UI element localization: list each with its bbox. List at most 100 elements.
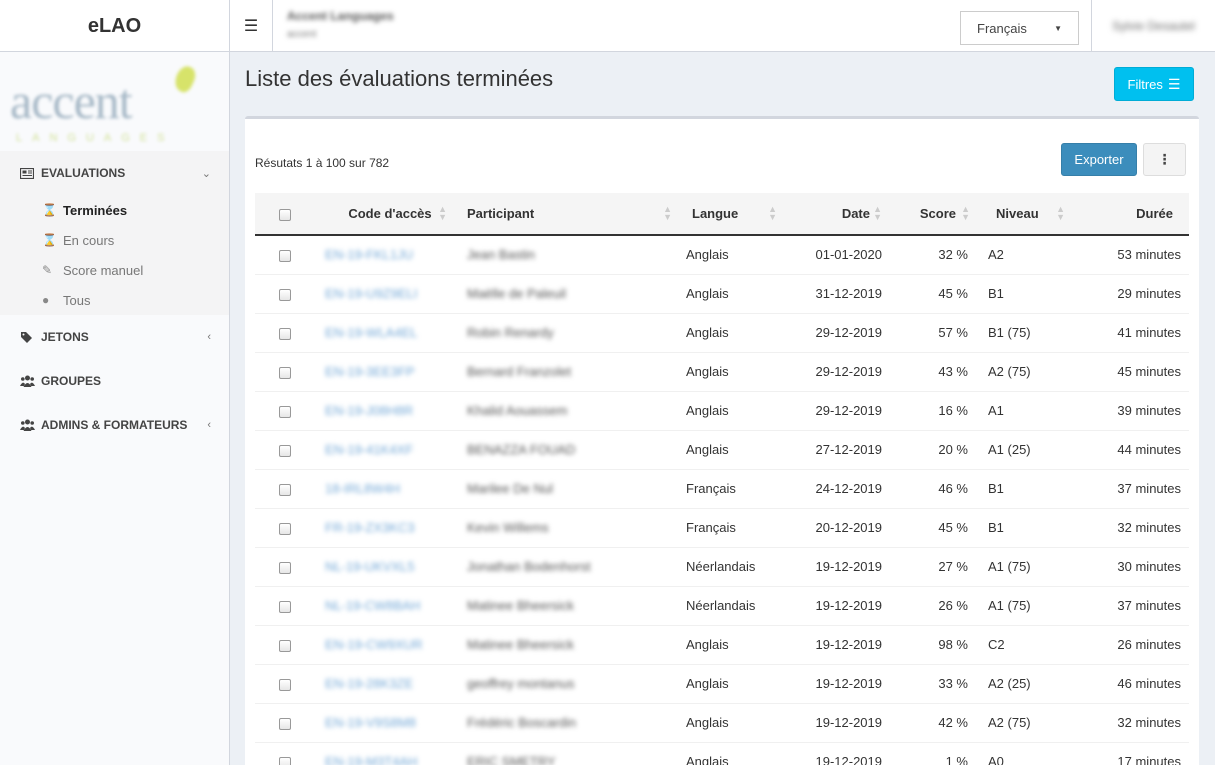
langue-cell: Néerlandais [686,559,756,574]
table-row[interactable]: EN-19-M3T4AH ERIC SMETRY Anglais 19-12-2019… [255,742,1189,765]
duree-cell: 37 minutes [1117,598,1181,613]
organization-subtitle: accent [287,29,317,40]
row-checkbox[interactable] [279,756,291,765]
sidebar-item-admins-formateurs[interactable]: ADMINS & FORMATEURS ‹ [0,403,229,447]
select-all-checkbox[interactable] [279,208,291,221]
participant-name: Khalid Aouassem [467,403,568,418]
access-code-link[interactable]: EN-19-28K3ZE [325,676,413,691]
language-select[interactable]: Français ▼ [960,11,1079,45]
column-header-duree[interactable]: Durée [1073,193,1189,236]
column-header-score[interactable]: Score ▲ ▼ [890,193,978,236]
access-code-link[interactable]: EN-19-U9Z9ELI [325,286,417,301]
niveau-cell: B1 (75) [988,325,1031,340]
langue-cell: Anglais [686,364,729,379]
access-code-link[interactable]: FR-19-ZX3KC3 [325,520,415,535]
table-row[interactable]: EN-19-41K4XF BENAZZA FOUAD Anglais 27-12-20… [255,430,1189,469]
row-checkbox[interactable] [279,483,291,496]
access-code-link[interactable]: EN-19-FKL1JU [325,247,413,262]
access-code-link[interactable]: NL-19-CW8BAH [325,598,420,613]
langue-cell: Anglais [686,715,729,730]
table-row[interactable]: EN-19-CW9XUR Matinee Bheersick Anglais 19-1… [255,625,1189,664]
row-checkbox[interactable] [279,561,291,574]
access-code-link[interactable]: EN-19-41K4XF [325,442,413,457]
sidebar-item-label: ADMINS & FORMATEURS [41,418,188,432]
access-code-link[interactable]: 18-IRL8W4H [325,481,400,496]
score-cell: 57 % [938,325,968,340]
participant-name: Jonathan Bodenhorst [467,559,591,574]
participant-cell: Marilee De Nul [455,469,680,508]
access-code-cell: EN-19-28K3ZE [315,664,455,703]
table-row[interactable]: EN-19-3EE3FP Bernard Franzolet Anglais 29-1… [255,352,1189,391]
participant-cell: ERIC SMETRY [455,742,680,765]
sidebar-subitem-label: Score manuel [63,262,144,278]
column-header-niveau[interactable]: Niveau ▲ ▼ [978,193,1073,236]
export-button[interactable]: Exporter [1061,143,1137,176]
sidebar-subitem-tous[interactable]: ● Tous [42,285,90,315]
table-row[interactable]: 18-IRL8W4H Marilee De Nul Français 24-12-20… [255,469,1189,508]
niveau-cell: B1 [988,286,1004,301]
sidebar-toggle-button[interactable]: ☰ [230,0,273,52]
access-code-link[interactable]: EN-19-V9S8M8 [325,715,416,730]
row-select-cell [255,469,315,508]
sidebar-item-evaluations[interactable]: EVALUATIONS ⌄ [0,151,229,195]
table-row[interactable]: NL-19-UKVXL5 Jonathan Bodenhorst Néerlanda… [255,547,1189,586]
sidebar-item-jetons[interactable]: JETONS ‹ [0,315,229,359]
participant-cell: BENAZZA FOUAD [455,430,680,469]
column-header-code[interactable]: Code d'accès ▲ ▼ [315,193,455,236]
table-row[interactable]: EN-19-J08H8R Khalid Aouassem Anglais 29-12-… [255,391,1189,430]
access-code-link[interactable]: EN-19-WLA4EL [325,325,417,340]
row-checkbox[interactable] [279,717,291,730]
participant-cell: Jonathan Bodenhorst [455,547,680,586]
participant-name: Frédéric Boscardin [467,715,577,730]
sidebar-subitem-en-cours[interactable]: ⌛ En cours [42,225,114,255]
row-checkbox[interactable] [279,444,291,457]
row-checkbox[interactable] [279,288,291,301]
row-checkbox[interactable] [279,249,291,262]
row-checkbox[interactable] [279,327,291,340]
row-checkbox[interactable] [279,405,291,418]
access-code-link[interactable]: NL-19-UKVXL5 [325,559,415,574]
access-code-link[interactable]: EN-19-M3T4AH [325,754,417,765]
table-row[interactable]: EN-19-28K3ZE geoffrey montanus Anglais 19-1… [255,664,1189,703]
participant-name: Marilee De Nul [467,481,553,496]
filters-button-label: Filtres [1127,76,1163,92]
table-row[interactable]: EN-19-U9Z9ELI Maëlle de Paleuil Anglais 31-… [255,274,1189,313]
score-cell: 98 % [938,637,968,652]
brand-title[interactable]: eLAO [0,0,230,52]
column-header-date[interactable]: Date ▲ ▼ [785,193,890,236]
access-code-cell: EN-19-V9S8M8 [315,703,455,742]
column-header-participant[interactable]: Participant ▲ ▼ [455,193,680,236]
niveau-cell: A2 (75) [988,715,1031,730]
table-row[interactable]: EN-19-WLA4EL Robin Renardy Anglais 29-12-20… [255,313,1189,352]
filters-button[interactable]: Filtres ☰ [1114,67,1194,101]
row-checkbox[interactable] [279,600,291,613]
sidebar-subitem-terminees[interactable]: ⌛ Terminées [42,195,127,225]
score-cell: 42 % [938,715,968,730]
sidebar-subitem-score-manuel[interactable]: ✎ Score manuel [42,255,143,285]
user-menu[interactable]: Sylvie Desautel [1091,0,1215,52]
column-header-langue[interactable]: Langue ▲ ▼ [680,193,785,236]
niveau-cell: A2 [988,247,1004,263]
row-checkbox[interactable] [279,639,291,652]
more-options-button[interactable]: ⋮ [1143,143,1186,176]
table-row[interactable]: FR-19-ZX3KC3 Kevin Willems Français 20-12-2… [255,508,1189,547]
langue-cell: Anglais [686,286,729,301]
column-header-label: Code d'accès [348,206,432,221]
access-code-link[interactable]: EN-19-3EE3FP [325,364,415,379]
access-code-cell: EN-19-41K4XF [315,430,455,469]
row-checkbox[interactable] [279,522,291,535]
access-code-link[interactable]: EN-19-J08H8R [325,403,413,418]
table-row[interactable]: EN-19-V9S8M8 Frédéric Boscardin Anglais 19-… [255,703,1189,742]
participant-name: Bernard Franzolet [467,364,572,379]
date-cell: 29-12-2019 [815,364,883,379]
sidebar-item-groupes[interactable]: GROUPES [0,359,229,403]
niveau-cell: B1 [988,520,1004,535]
access-code-link[interactable]: EN-19-CW9XUR [325,637,423,652]
table-row[interactable]: EN-19-FKL1JU Jean Bastin Anglais 01-01-2020… [255,235,1189,274]
table-row[interactable]: NL-19-CW8BAH Matinee Bheersick Néerlandais… [255,586,1189,625]
row-checkbox[interactable] [279,678,291,691]
row-checkbox[interactable] [279,366,291,379]
participant-cell: Khalid Aouassem [455,391,680,430]
participant-name: Kevin Willems [467,520,549,535]
row-select-cell [255,313,315,352]
